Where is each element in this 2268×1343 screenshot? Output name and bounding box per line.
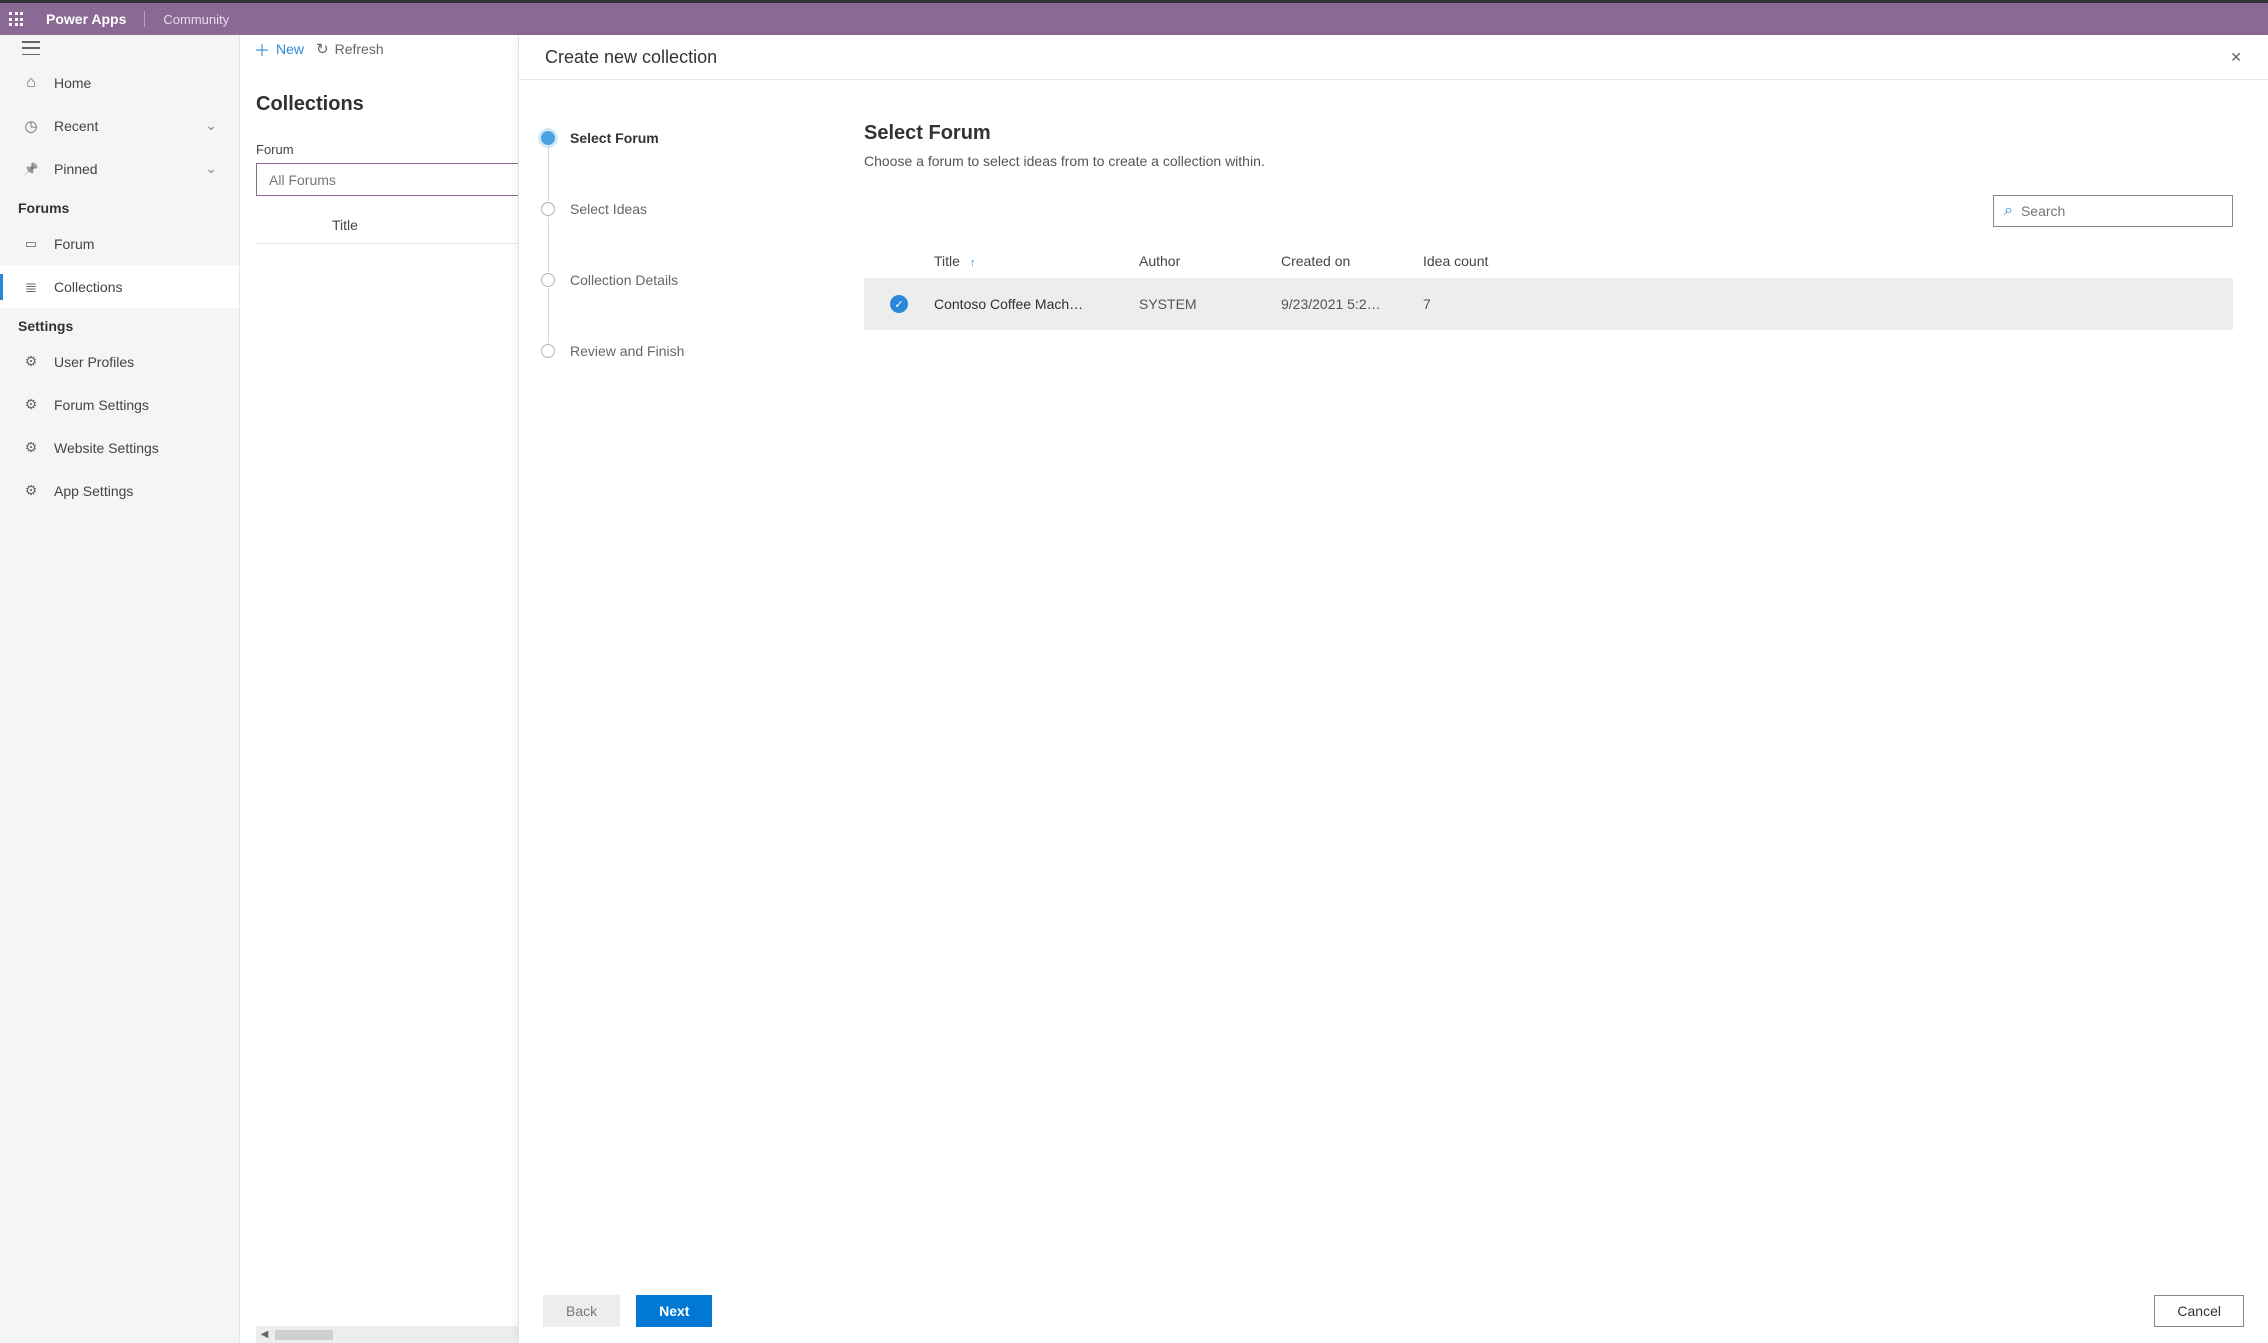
nav-home-label: Home <box>54 75 91 91</box>
gear-icon <box>22 353 40 371</box>
nav-website-settings[interactable]: Website Settings <box>0 426 239 469</box>
panel-description: Choose a forum to select ideas from to c… <box>864 153 2233 169</box>
nav-forum-settings[interactable]: Forum Settings <box>0 383 239 426</box>
refresh-button-label: Refresh <box>335 41 384 57</box>
step-label: Collection Details <box>570 272 678 288</box>
nav-user-profiles-label: User Profiles <box>54 354 134 370</box>
left-nav: Home Recent Pinned Forums Forum Collecti… <box>0 35 240 1343</box>
step-select-forum[interactable]: Select Forum <box>541 130 844 146</box>
nav-collections[interactable]: Collections <box>0 265 239 308</box>
step-circle-icon <box>541 344 555 358</box>
sort-asc-icon: ↑ <box>964 257 976 269</box>
new-button-label: New <box>276 41 304 57</box>
chevron-down-icon <box>205 160 217 177</box>
nav-recent[interactable]: Recent <box>0 104 239 147</box>
cancel-button[interactable]: Cancel <box>2154 1295 2244 1327</box>
scroll-left-arrow[interactable]: ◀ <box>256 1329 273 1340</box>
nav-section-settings: Settings <box>0 308 239 340</box>
nav-website-settings-label: Website Settings <box>54 440 159 456</box>
row-author: SYSTEM <box>1139 296 1281 312</box>
step-collection-details[interactable]: Collection Details <box>541 272 844 288</box>
col-created[interactable]: Created on <box>1281 253 1423 269</box>
forum-dropdown-value: All Forums <box>269 172 336 188</box>
step-select-ideas[interactable]: Select Ideas <box>541 201 844 217</box>
nav-forum[interactable]: Forum <box>0 222 239 265</box>
clock-icon <box>22 117 40 135</box>
step-connector <box>548 217 549 272</box>
row-title: Contoso Coffee Mach… <box>934 296 1139 312</box>
row-created: 9/23/2021 5:2… <box>1281 296 1423 312</box>
nav-collections-label: Collections <box>54 279 122 295</box>
app-subtitle[interactable]: Community <box>145 12 229 27</box>
nav-forum-settings-label: Forum Settings <box>54 397 149 413</box>
nav-recent-label: Recent <box>54 118 98 134</box>
nav-home[interactable]: Home <box>0 61 239 104</box>
panel-main: Select Forum Choose a forum to select id… <box>854 80 2268 1279</box>
step-circle-icon <box>541 273 555 287</box>
row-checkbox[interactable] <box>864 295 934 313</box>
waffle-icon <box>9 12 23 26</box>
chevron-down-icon <box>205 117 217 134</box>
panel-heading: Select Forum <box>864 122 2233 145</box>
refresh-icon <box>316 40 329 58</box>
create-collection-panel: Create new collection Select Forum Selec… <box>518 35 2268 1343</box>
close-button[interactable] <box>2230 49 2242 66</box>
col-idea-count[interactable]: Idea count <box>1423 253 1533 269</box>
pin-icon <box>22 160 40 178</box>
forum-icon <box>22 235 40 253</box>
step-label: Select Forum <box>570 130 659 146</box>
search-input-wrapper[interactable] <box>1993 195 2233 227</box>
step-review-finish[interactable]: Review and Finish <box>541 343 844 359</box>
plus-icon <box>254 37 270 61</box>
panel-title: Create new collection <box>545 47 717 68</box>
wizard-steps: Select Forum Select Ideas Collection Det… <box>519 80 854 1279</box>
step-circle-icon <box>541 131 555 145</box>
search-icon <box>2004 202 2013 220</box>
app-title[interactable]: Power Apps <box>32 11 145 27</box>
scroll-thumb[interactable] <box>275 1330 333 1340</box>
nav-pinned[interactable]: Pinned <box>0 147 239 190</box>
panel-footer: Back Next Cancel <box>519 1279 2268 1343</box>
nav-user-profiles[interactable]: User Profiles <box>0 340 239 383</box>
app-launcher-button[interactable] <box>0 3 32 35</box>
next-button[interactable]: Next <box>636 1295 712 1327</box>
gear-icon <box>22 439 40 457</box>
refresh-button[interactable]: Refresh <box>316 40 384 58</box>
nav-app-settings[interactable]: App Settings <box>0 469 239 512</box>
step-connector <box>548 146 549 201</box>
nav-pinned-label: Pinned <box>54 161 98 177</box>
home-icon <box>22 74 40 92</box>
check-circle-icon <box>890 295 908 313</box>
new-button[interactable]: New <box>254 37 304 61</box>
step-connector <box>548 288 549 343</box>
nav-collapse-button[interactable] <box>22 41 40 55</box>
nav-forum-label: Forum <box>54 236 94 252</box>
step-label: Select Ideas <box>570 201 647 217</box>
app-header: Power Apps Community <box>0 3 2268 35</box>
list-icon <box>22 278 40 296</box>
panel-header: Create new collection <box>519 35 2268 80</box>
collections-title-column[interactable]: Title <box>256 217 358 233</box>
col-title[interactable]: Title ↑ <box>934 253 1139 269</box>
nav-section-forums: Forums <box>0 190 239 222</box>
gear-icon <box>22 396 40 414</box>
row-idea-count: 7 <box>1423 296 1533 312</box>
back-button[interactable]: Back <box>543 1295 620 1327</box>
forum-row[interactable]: Contoso Coffee Mach… SYSTEM 9/23/2021 5:… <box>864 278 2233 330</box>
step-label: Review and Finish <box>570 343 684 359</box>
col-title-label: Title <box>934 253 960 269</box>
search-input[interactable] <box>2021 203 2222 219</box>
gear-icon <box>22 482 40 500</box>
nav-app-settings-label: App Settings <box>54 483 133 499</box>
forum-grid-header: Title ↑ Author Created on Idea count <box>864 245 2233 279</box>
step-circle-icon <box>541 202 555 216</box>
col-author[interactable]: Author <box>1139 253 1281 269</box>
